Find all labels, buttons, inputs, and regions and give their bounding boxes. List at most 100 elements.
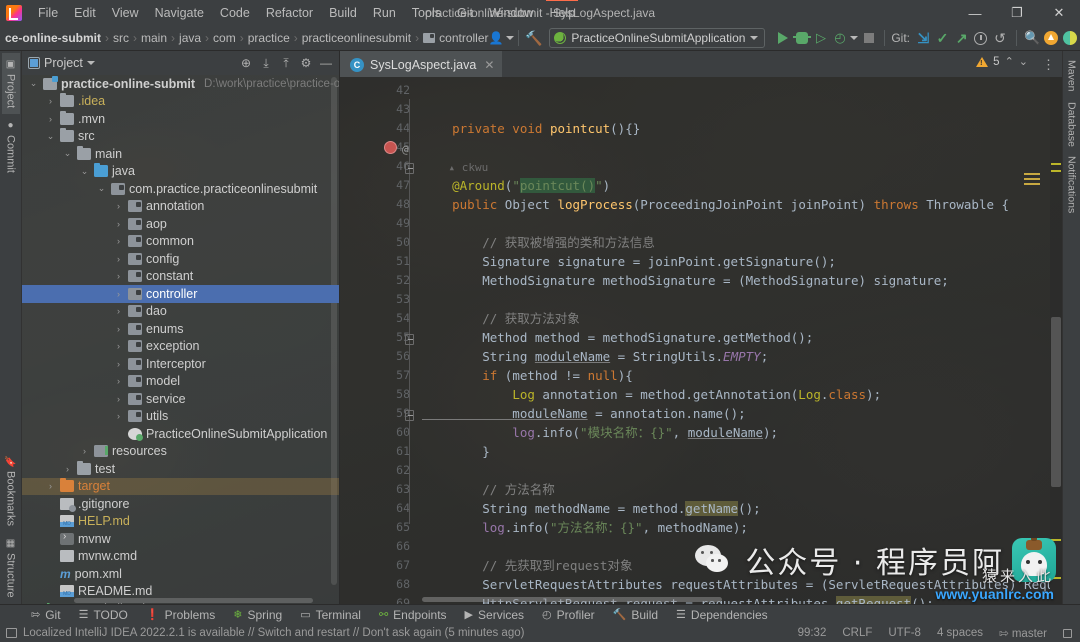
- sidebar-item-structure[interactable]: ▦ Structure: [2, 532, 20, 604]
- chevron-right-icon[interactable]: ›: [113, 411, 124, 421]
- debug-button[interactable]: [792, 28, 811, 48]
- breadcrumb-practiceonlinesubmit[interactable]: practiceonlinesubmit: [299, 30, 414, 46]
- sidebar-item-commit[interactable]: ● Commit: [2, 114, 20, 179]
- tree-node[interactable]: › annotation: [22, 198, 339, 216]
- chevron-down-icon[interactable]: ⌄: [45, 131, 56, 142]
- menu-code[interactable]: Code: [212, 2, 258, 25]
- sidebar-item-notifications[interactable]: Notifications: [1064, 151, 1080, 218]
- run-configuration-selector[interactable]: PracticeOnlineSubmitApplication: [549, 28, 766, 48]
- tree-node[interactable]: ⌄ java: [22, 163, 339, 181]
- breadcrumb-main[interactable]: main: [138, 30, 170, 46]
- menu-build[interactable]: Build: [321, 2, 365, 25]
- chevron-right-icon[interactable]: ›: [113, 236, 124, 246]
- code-editor[interactable]: 42 43 44 45 @46 47 48 49 50 51 52 53 54 55 56 57 58 59 60 6…: [340, 77, 1062, 604]
- line-separator[interactable]: CRLF: [842, 627, 872, 639]
- tree-node[interactable]: › utils: [22, 408, 339, 426]
- chevron-right-icon[interactable]: ›: [79, 446, 90, 456]
- close-icon[interactable]: ✕: [484, 58, 494, 72]
- previous-problem-icon[interactable]: ⌃: [1005, 55, 1014, 68]
- read-only-toggle-icon[interactable]: [1063, 628, 1072, 638]
- tree-node[interactable]: › Interceptor: [22, 355, 339, 373]
- tree-node[interactable]: › .idea: [22, 93, 339, 111]
- chevron-right-icon[interactable]: ›: [113, 289, 124, 299]
- menu-navigate[interactable]: Navigate: [147, 2, 212, 25]
- git-branch-widget[interactable]: ⇰ master: [999, 626, 1047, 640]
- run-button[interactable]: [773, 28, 792, 48]
- chevron-down-icon[interactable]: ⌄: [96, 183, 107, 194]
- git-commit-icon[interactable]: ✓: [933, 28, 952, 48]
- chevron-right-icon[interactable]: ›: [113, 306, 124, 316]
- chevron-right-icon[interactable]: ›: [113, 394, 124, 404]
- toolwindow-problems[interactable]: ❗ Problems: [137, 605, 224, 624]
- locate-file-icon[interactable]: ⊕: [237, 54, 255, 72]
- tree-node[interactable]: › config: [22, 250, 339, 268]
- toolwindow-profiler[interactable]: ◴ Profiler: [533, 605, 604, 624]
- gear-icon[interactable]: ⚙: [297, 54, 315, 72]
- build-hammer-icon[interactable]: 🔨: [524, 28, 543, 48]
- tree-node[interactable]: ›mvnw.cmd: [22, 548, 339, 566]
- stop-button[interactable]: [859, 28, 878, 48]
- git-rollback-icon[interactable]: ↺: [990, 28, 1009, 48]
- toolwindow-terminal[interactable]: ▭ Terminal: [291, 605, 370, 624]
- chevron-down-icon[interactable]: ⌄: [62, 148, 73, 159]
- tab-syslogaspect-java[interactable]: C SysLogAspect.java ✕: [340, 51, 503, 77]
- chevron-right-icon[interactable]: ›: [113, 324, 124, 334]
- chevron-down-icon[interactable]: ⌄: [28, 78, 39, 89]
- file-encoding[interactable]: UTF-8: [888, 627, 921, 639]
- tree-node[interactable]: ⌄ practice-online-submit D:\work\practice\…: [22, 75, 339, 93]
- git-history-icon[interactable]: [971, 28, 990, 48]
- tree-node[interactable]: ›HELP.md: [22, 513, 339, 531]
- run-with-coverage-button[interactable]: ▷: [811, 28, 830, 48]
- fold-toggle-icon[interactable]: [405, 163, 414, 174]
- tree-node[interactable]: ›.gitignore: [22, 495, 339, 513]
- tree-node[interactable]: ›PracticeOnlineSubmitApplication: [22, 425, 339, 443]
- sidebar-item-project[interactable]: ▣ Project: [1, 53, 20, 115]
- tree-node[interactable]: › .mvn: [22, 110, 339, 128]
- tree-node[interactable]: › exception: [22, 338, 339, 356]
- tree-horizontal-scrollbar[interactable]: [74, 598, 313, 603]
- tree-node[interactable]: › common: [22, 233, 339, 251]
- inspection-widget[interactable]: 5 ⌃ ⌄: [976, 55, 1028, 68]
- tree-node[interactable]: › enums: [22, 320, 339, 338]
- chevron-right-icon[interactable]: ›: [45, 96, 56, 106]
- maximize-button[interactable]: ❐: [996, 0, 1038, 26]
- next-problem-icon[interactable]: ⌄: [1019, 55, 1028, 68]
- menu-edit[interactable]: Edit: [66, 2, 104, 25]
- sidebar-item-maven[interactable]: Maven: [1064, 55, 1080, 97]
- chevron-right-icon[interactable]: ›: [45, 481, 56, 491]
- chevron-right-icon[interactable]: ›: [62, 464, 73, 474]
- profile-dropdown-icon[interactable]: [850, 28, 860, 48]
- tree-node[interactable]: › test: [22, 460, 339, 478]
- indent-setting[interactable]: 4 spaces: [937, 627, 983, 639]
- sidebar-item-bookmarks[interactable]: 🔖 Bookmarks: [2, 449, 20, 532]
- menu-refactor[interactable]: Refactor: [258, 2, 321, 25]
- breadcrumb-project[interactable]: ce-online-submit: [2, 30, 104, 46]
- caret-position[interactable]: 99:32: [798, 627, 827, 639]
- code-lens-icon[interactable]: [1024, 173, 1040, 188]
- breadcrumb-src[interactable]: src: [110, 30, 132, 46]
- chevron-right-icon[interactable]: ›: [113, 376, 124, 386]
- toolwindow-services[interactable]: ▶ Services: [456, 605, 533, 624]
- tree-node[interactable]: › aop: [22, 215, 339, 233]
- editor-marker-bar[interactable]: [1050, 77, 1062, 604]
- tree-node[interactable]: › model: [22, 373, 339, 391]
- code-content[interactable]: private void pointcut(){} ▴ ckwu @Around…: [418, 77, 1050, 604]
- chevron-right-icon[interactable]: ›: [113, 254, 124, 264]
- toolwindow-todo[interactable]: ☰ TODO: [70, 605, 137, 624]
- tree-node[interactable]: › service: [22, 390, 339, 408]
- tree-node[interactable]: › dao: [22, 303, 339, 321]
- search-icon[interactable]: 🔍: [1022, 28, 1041, 48]
- hide-panel-icon[interactable]: —: [317, 54, 335, 72]
- run-gutter-icon[interactable]: [384, 141, 397, 154]
- breadcrumb-com[interactable]: com: [210, 30, 239, 46]
- tree-node[interactable]: › constant: [22, 268, 339, 286]
- breadcrumb-controller[interactable]: controller: [420, 30, 491, 46]
- breadcrumb-java[interactable]: java: [176, 30, 204, 46]
- chevron-right-icon[interactable]: ›: [113, 359, 124, 369]
- editor-horizontal-scrollbar[interactable]: [422, 597, 722, 602]
- menu-file[interactable]: File: [30, 2, 66, 25]
- chevron-right-icon[interactable]: ›: [113, 219, 124, 229]
- fold-toggle-icon[interactable]: [405, 334, 414, 345]
- close-button[interactable]: ✕: [1038, 0, 1080, 26]
- expand-all-icon[interactable]: ⤓: [257, 54, 275, 72]
